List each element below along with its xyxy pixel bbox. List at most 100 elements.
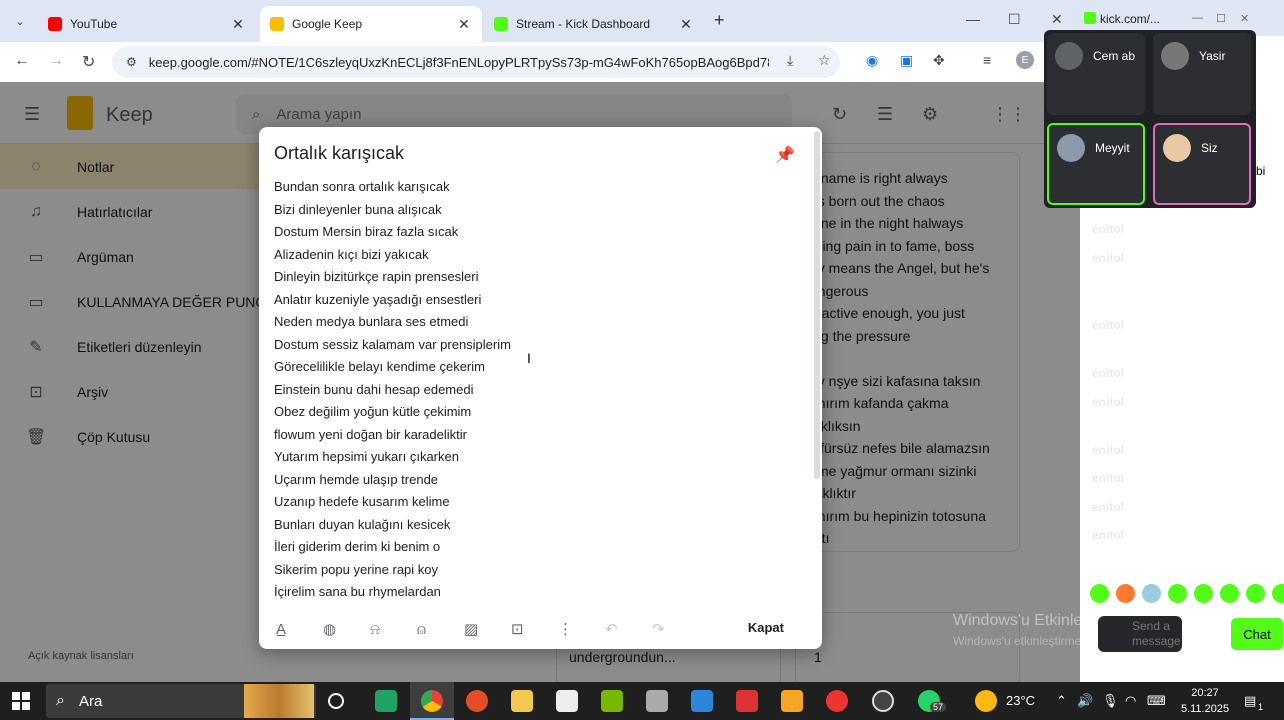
wifi-icon[interactable]: ◠ [1125,693,1136,709]
archive-icon[interactable]: ⊡ [511,620,558,638]
maximize-icon[interactable]: ☐ [1216,12,1226,25]
reload-icon[interactable]: ↻ [82,52,95,72]
install-app-icon[interactable]: ⤓ [787,52,793,69]
emote-icon[interactable] [1168,584,1187,603]
emote-icon[interactable] [1142,584,1161,603]
text-format-icon[interactable]: A̲ [276,621,323,638]
address-bar[interactable]: ⚙ keep.google.com/#NOTE/1C6szleyqUxzKnEC… [112,46,840,78]
app-icon[interactable] [375,690,397,712]
media-control-icon[interactable]: ≡ [983,52,991,68]
participant-tile[interactable]: Siz [1153,123,1251,205]
windows-logo-pane [22,702,30,710]
send-chat-button[interactable]: Chat [1231,618,1283,650]
search-highlight-image[interactable] [244,684,314,718]
weather-icon[interactable] [975,690,997,712]
speaker-icon[interactable]: 🔊 [1077,693,1093,709]
chat-username[interactable]: enitol [1092,395,1124,409]
more-options-icon[interactable]: ⋮ [558,620,605,638]
redo-icon[interactable]: ↷ [652,620,699,638]
emote-icon[interactable] [1272,584,1284,603]
chat-settings-icon[interactable]: ⚙ [1202,625,1215,642]
chat-username[interactable]: enitol [1092,500,1124,514]
chat-message[interactable]: enitol: free değilde acapella yaz başlığ… [1092,526,1262,565]
chat-message[interactable]: enitol: bot mu bascanız la [1092,469,1262,489]
participant-tile[interactable]: Meyyit [1047,123,1145,205]
chat-username[interactable]: enitol [1092,318,1124,332]
collaborator-icon[interactable]: ⍝ [417,621,464,638]
chat-message[interactable]: enitol: as [1092,220,1262,240]
pin-icon[interactable]: 📌 [775,145,795,165]
chat-message[interactable]: enitol: boynumda chain fln diyodun şarkı… [1092,316,1262,355]
chat-message[interactable]: enitol: yasir nası bi kafada olum [1092,393,1262,432]
chat-input[interactable]: Send a message [1098,616,1182,652]
chat-username[interactable]: enitol [1092,251,1124,265]
reminder-icon[interactable]: ⍾ [370,621,417,638]
microsoft365-icon[interactable] [691,690,713,712]
app-icon[interactable] [466,690,488,712]
microphone-icon[interactable]: 🎙 [1102,693,1119,709]
add-image-icon[interactable]: ▨ [464,620,511,638]
participant-tile[interactable]: Yasir [1153,33,1251,115]
chat-username[interactable]: enitol [1092,366,1124,380]
site-settings-icon[interactable]: ⚙ [126,55,137,69]
minimize-icon[interactable]: — [966,11,980,27]
note-line: Dostum Mersin biraz fazla sıcak [274,224,459,239]
chat-message[interactable]: enitol: meyyit ben senin kliplere denk g… [1092,249,1262,308]
puzzle-icon[interactable]: ✥ [933,52,945,69]
emote-icon[interactable] [1220,584,1239,603]
extension-icon[interactable]: ◉ [866,52,878,69]
emote-icon[interactable] [1194,584,1213,603]
close-icon[interactable]: ✕ [230,16,246,33]
bookmark-star-icon[interactable]: ☆ [818,52,831,69]
undo-icon[interactable]: ↶ [605,620,652,638]
emote-icon[interactable] [1090,584,1109,603]
start-button[interactable] [12,692,30,710]
chat-username[interactable]: enitol [1092,528,1124,542]
app-icon[interactable] [736,690,758,712]
keyboard-icon[interactable]: ⌨ [1147,693,1166,709]
chrome-taskbar-button[interactable] [410,682,454,720]
emote-icon[interactable] [1246,584,1265,603]
chat-username[interactable]: enitol [1092,222,1124,236]
tab-google-keep[interactable]: Google Keep ✕ [260,6,482,42]
extension-icon[interactable]: ▣ [900,52,913,69]
back-icon[interactable]: ← [14,52,30,70]
temperature[interactable]: 23°C [1006,693,1035,708]
chat-username[interactable]: enitol [1092,443,1124,457]
nvidia-icon[interactable] [601,690,623,712]
chevron-up-icon[interactable]: ⌃ [1056,693,1067,709]
participant-tile[interactable]: Cem ab [1047,33,1145,115]
close-button[interactable]: Kapat [748,620,784,635]
forward-icon[interactable]: → [48,52,64,70]
new-tab-button[interactable]: + [714,10,725,31]
note-title[interactable]: Ortalık karışıcak [274,143,404,164]
chat-username[interactable]: enitol [1092,471,1124,485]
close-icon[interactable]: ✕ [456,16,472,33]
cortana-icon[interactable] [328,693,344,709]
note-scrollbar[interactable] [814,131,820,479]
app-icon[interactable] [781,690,803,712]
windows-logo-pane [22,692,30,700]
tab-search-button[interactable]: ⌄ [8,9,32,33]
maximize-icon[interactable]: ☐ [1008,11,1021,28]
app-icon[interactable] [826,690,848,712]
app-icon[interactable] [646,690,668,712]
minimize-icon[interactable]: — [1192,12,1203,24]
chat-message[interactable]: enitol: boş ver [1092,498,1262,518]
tab-youtube[interactable]: YouTube ✕ [38,6,256,42]
close-window-icon[interactable]: ✕ [1240,12,1249,25]
clock[interactable]: 20:27 5.11.2025 [1180,685,1230,717]
tab-kick-dashboard[interactable]: Stream - Kick Dashboard ✕ [484,6,704,42]
palette-icon[interactable]: ◍ [323,620,370,638]
close-icon[interactable]: ✕ [678,16,694,33]
app-icon[interactable] [872,690,894,712]
notification-icon[interactable]: ▤ [1244,693,1256,709]
file-explorer-icon[interactable] [511,690,533,712]
chat-message[interactable]: enitol: as [1092,364,1262,384]
chat-message[interactable]: enitol: allahla buluştuğun yer [1092,441,1262,461]
app-icon[interactable] [556,690,578,712]
note-body[interactable]: Bundan sonra ortalık karışıcak Bizi dinle… [274,176,794,602]
profile-avatar[interactable]: E [1016,51,1034,69]
emote-icon[interactable] [1116,584,1135,603]
close-window-icon[interactable]: ✕ [1051,11,1063,28]
